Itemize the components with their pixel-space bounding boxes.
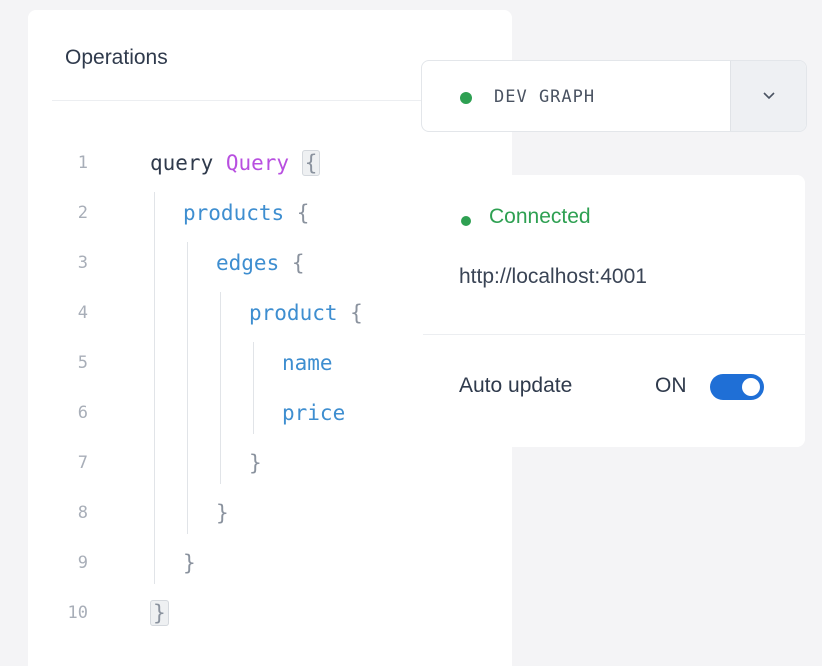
auto-update-label: Auto update <box>459 374 573 397</box>
code-token: } <box>249 451 262 475</box>
graph-dropdown-button[interactable] <box>730 61 806 131</box>
operations-title: Operations <box>65 46 168 69</box>
chevron-down-icon <box>763 92 775 100</box>
code-token: } <box>216 501 229 525</box>
line-number: 1 <box>77 153 88 173</box>
code-text: } <box>216 488 229 538</box>
code-token: name <box>282 351 333 375</box>
code-line: 8} <box>28 488 508 538</box>
graph-selector[interactable]: DEV GRAPH <box>421 60 807 132</box>
code-text: products { <box>183 188 309 238</box>
connection-card: Connected http://localhost:4001 Auto upd… <box>423 175 805 447</box>
line-number: 8 <box>77 503 88 523</box>
code-text: query Query { <box>150 138 321 188</box>
toggle-knob <box>742 378 760 396</box>
line-number: 3 <box>77 253 88 273</box>
auto-update-state: ON <box>655 374 687 397</box>
code-token: { <box>350 301 363 325</box>
line-number: 5 <box>77 353 88 373</box>
code-line: 9} <box>28 538 508 588</box>
code-token: { <box>296 201 310 225</box>
line-number: 4 <box>77 303 88 323</box>
code-text: } <box>150 588 169 638</box>
code-token: Query <box>225 151 302 175</box>
card-divider <box>423 334 805 335</box>
code-token: { <box>301 150 321 176</box>
indent-guide <box>253 342 254 434</box>
code-text: product { <box>249 288 363 338</box>
code-text: edges { <box>216 238 305 288</box>
code-text: price <box>282 388 345 438</box>
connection-status: Connected <box>489 205 591 228</box>
code-token: price <box>282 401 346 425</box>
code-text: } <box>249 438 262 488</box>
connection-url: http://localhost:4001 <box>459 265 647 288</box>
code-token: products <box>183 201 297 225</box>
code-line: 10} <box>28 588 508 638</box>
indent-guide <box>154 192 155 584</box>
indent-guide <box>220 292 221 484</box>
code-token: } <box>150 600 169 626</box>
graph-name: DEV GRAPH <box>494 87 596 107</box>
code-token: query <box>150 151 226 175</box>
code-token: } <box>183 551 196 575</box>
graph-status-dot <box>460 92 472 104</box>
line-number: 7 <box>77 453 88 473</box>
auto-update-toggle[interactable] <box>710 374 764 400</box>
line-number: 10 <box>67 603 88 623</box>
code-token: edges <box>216 251 292 275</box>
connection-status-dot <box>461 216 471 226</box>
code-token: { <box>291 251 305 275</box>
line-number: 6 <box>77 403 88 423</box>
code-token: product <box>249 301 351 325</box>
code-text: name <box>282 338 333 388</box>
line-number: 9 <box>77 553 88 573</box>
code-text: } <box>183 538 196 588</box>
line-number: 2 <box>77 203 88 223</box>
indent-guide <box>187 242 188 534</box>
